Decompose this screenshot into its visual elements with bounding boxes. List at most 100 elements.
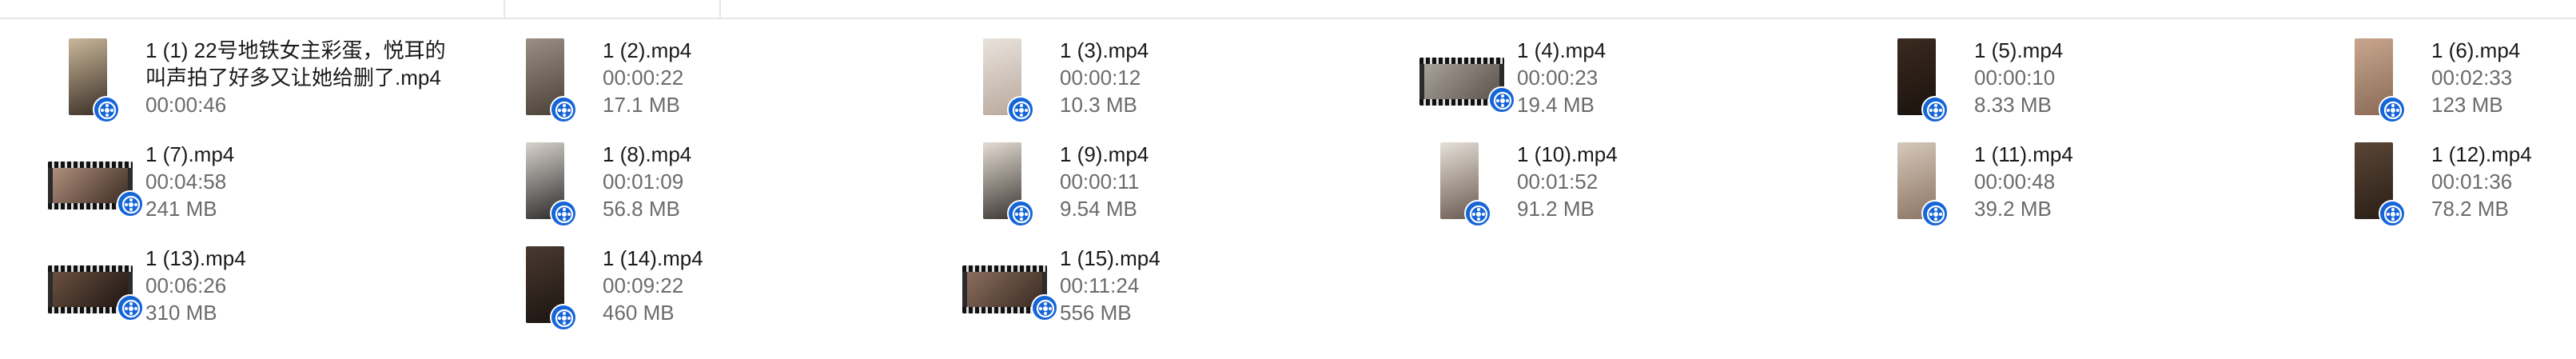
file-details: 1 (5).mp4 00:00:10 8.33 MB [1974, 37, 2302, 118]
file-tile[interactable]: 1 (15).mp4 00:11:24 556 MB [946, 240, 1394, 336]
file-name[interactable]: 1 (10).mp4 [1517, 141, 1845, 168]
file-duration: 00:00:23 [1517, 66, 1599, 90]
file-size: 91.2 MB [1517, 197, 1595, 221]
file-name[interactable]: 1 (6).mp4 [2431, 37, 2576, 64]
file-duration: 00:00:22 [603, 66, 684, 90]
file-size: 556 MB [1060, 301, 1132, 325]
file-details: 1 (4).mp4 00:00:23 19.4 MB [1517, 37, 1845, 118]
video-player-icon [1031, 294, 1058, 321]
file-details: 1 (6).mp4 00:02:33 123 MB [2431, 37, 2576, 118]
file-name[interactable]: 1 (4).mp4 [1517, 37, 1845, 64]
file-tile[interactable]: 1 (13).mp4 00:06:26 310 MB [32, 240, 480, 336]
video-player-icon [1007, 96, 1034, 123]
video-player-icon [1488, 86, 1515, 114]
video-thumbnail[interactable] [32, 136, 144, 224]
video-thumbnail[interactable] [946, 32, 1042, 123]
filmstrip-edge [962, 265, 1047, 272]
file-tile[interactable]: 1 (2).mp4 00:00:22 17.1 MB [489, 32, 937, 128]
filmstrip-edge [48, 265, 133, 272]
video-player-icon [1921, 96, 1949, 123]
file-name[interactable]: 1 (7).mp4 [145, 141, 473, 168]
file-size: 19.4 MB [1517, 93, 1595, 117]
file-details: 1 (3).mp4 00:00:12 10.3 MB [1060, 37, 1388, 118]
video-player-icon [550, 200, 577, 227]
file-details: 1 (11).mp4 00:00:48 39.2 MB [1974, 141, 2302, 222]
file-duration: 00:04:58 [145, 170, 227, 193]
video-player-icon [550, 304, 577, 331]
video-player-icon [1464, 200, 1491, 227]
file-name[interactable]: 1 (1) 22号地铁女主彩蛋，悦耳的叫声拍了好多又让她给删了.mp4 [145, 37, 465, 91]
file-size: 17.1 MB [603, 93, 680, 117]
video-player-icon [2379, 200, 2406, 227]
file-tile[interactable]: 1 (10).mp4 00:01:52 91.2 MB [1403, 136, 1851, 232]
file-tile[interactable]: 1 (7).mp4 00:04:58 241 MB [32, 136, 480, 232]
file-details: 1 (7).mp4 00:04:58 241 MB [145, 141, 473, 222]
file-details: 1 (14).mp4 00:09:22 460 MB [603, 245, 930, 326]
thumbnail-scene [1424, 64, 1499, 99]
thumbnail-scene [53, 168, 128, 203]
file-details: 1 (2).mp4 00:00:22 17.1 MB [603, 37, 930, 118]
file-tile[interactable]: 1 (12).mp4 00:01:36 78.2 MB [2318, 136, 2576, 232]
file-details: 1 (12).mp4 00:01:36 78.2 MB [2431, 141, 2576, 222]
video-thumbnail[interactable] [32, 240, 144, 328]
file-name[interactable]: 1 (3).mp4 [1060, 37, 1388, 64]
file-tile[interactable]: 1 (3).mp4 00:00:12 10.3 MB [946, 32, 1394, 128]
file-size: 310 MB [145, 301, 217, 325]
video-player-icon [550, 96, 577, 123]
video-thumbnail[interactable] [32, 32, 128, 123]
file-details: 1 (10).mp4 00:01:52 91.2 MB [1517, 141, 1845, 222]
filmstrip-edge [48, 162, 133, 168]
file-duration: 00:11:24 [1060, 273, 1140, 297]
video-thumbnail[interactable] [1861, 32, 1957, 123]
file-name[interactable]: 1 (13).mp4 [145, 245, 473, 272]
file-name[interactable]: 1 (11).mp4 [1974, 141, 2302, 168]
video-thumbnail[interactable] [1403, 136, 1499, 227]
file-name[interactable]: 1 (9).mp4 [1060, 141, 1388, 168]
file-details: 1 (13).mp4 00:06:26 310 MB [145, 245, 473, 326]
file-details: 1 (1) 22号地铁女主彩蛋，悦耳的叫声拍了好多又让她给删了.mp4 00:0… [145, 37, 473, 118]
file-tile[interactable]: 1 (4).mp4 00:00:23 19.4 MB [1403, 32, 1851, 128]
file-duration: 00:00:48 [1974, 170, 2056, 193]
video-thumbnail[interactable] [946, 136, 1042, 227]
toolbar-separator [719, 0, 721, 19]
video-thumbnail[interactable] [489, 136, 585, 227]
file-details: 1 (9).mp4 00:00:11 9.54 MB [1060, 141, 1388, 222]
filmstrip-edge [1419, 58, 1504, 64]
file-name[interactable]: 1 (2).mp4 [603, 37, 930, 64]
video-thumbnail[interactable] [1403, 32, 1515, 120]
file-tile[interactable]: 1 (8).mp4 00:01:09 56.8 MB [489, 136, 937, 232]
file-tile[interactable]: 1 (11).mp4 00:00:48 39.2 MB [1861, 136, 2308, 232]
video-thumbnail[interactable] [1861, 136, 1957, 227]
file-details: 1 (15).mp4 00:11:24 556 MB [1060, 245, 1388, 326]
video-player-icon [1007, 200, 1034, 227]
file-size: 78.2 MB [2431, 197, 2509, 221]
file-size: 241 MB [145, 197, 217, 221]
file-name[interactable]: 1 (14).mp4 [603, 245, 930, 272]
file-name[interactable]: 1 (12).mp4 [2431, 141, 2576, 168]
file-size: 56.8 MB [603, 197, 680, 221]
thumbnail-scene [967, 272, 1042, 307]
video-thumbnail[interactable] [2318, 136, 2414, 227]
file-tile[interactable]: 1 (14).mp4 00:09:22 460 MB [489, 240, 937, 336]
file-size: 9.54 MB [1060, 197, 1137, 221]
video-thumbnail[interactable] [946, 240, 1058, 328]
file-duration: 00:00:10 [1974, 66, 2056, 90]
file-duration: 00:01:36 [2431, 170, 2513, 193]
file-name[interactable]: 1 (8).mp4 [603, 141, 930, 168]
file-size: 123 MB [2431, 93, 2503, 117]
toolbar-separator [504, 0, 505, 19]
file-tile[interactable]: 1 (1) 22号地铁女主彩蛋，悦耳的叫声拍了好多又让她给删了.mp4 00:0… [32, 32, 480, 128]
video-thumbnail[interactable] [2318, 32, 2414, 123]
file-tile[interactable]: 1 (9).mp4 00:00:11 9.54 MB [946, 136, 1394, 232]
video-player-icon [117, 294, 144, 321]
video-player-icon [93, 96, 120, 123]
file-size: 39.2 MB [1974, 197, 2052, 221]
file-duration: 00:01:52 [1517, 170, 1599, 193]
video-thumbnail[interactable] [489, 240, 585, 331]
file-name[interactable]: 1 (15).mp4 [1060, 245, 1388, 272]
file-duration: 00:00:46 [145, 93, 227, 117]
file-tile[interactable]: 1 (5).mp4 00:00:10 8.33 MB [1861, 32, 2308, 128]
video-thumbnail[interactable] [489, 32, 585, 123]
file-name[interactable]: 1 (5).mp4 [1974, 37, 2302, 64]
file-tile[interactable]: 1 (6).mp4 00:02:33 123 MB [2318, 32, 2576, 128]
